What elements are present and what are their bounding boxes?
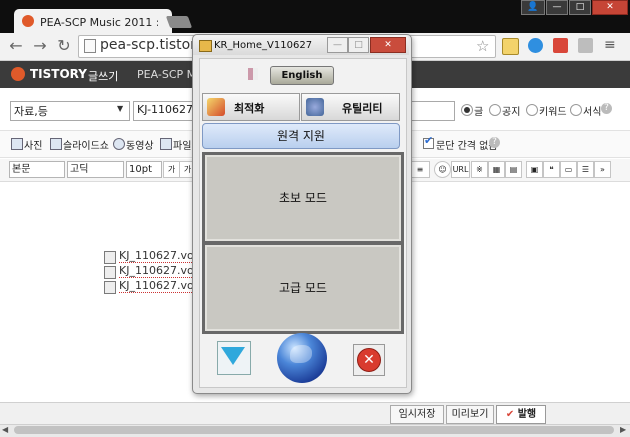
tistory-logo[interactable]: TISTORY	[30, 67, 87, 81]
photo-icon[interactable]	[11, 138, 23, 150]
list-icon[interactable]: ☰	[577, 161, 594, 178]
scroll-left-icon[interactable]: ◀	[2, 424, 8, 436]
check-icon: ✔	[424, 134, 434, 147]
paragraph-spacing-label: 문단 간격 없음	[436, 141, 498, 152]
save-draft-button[interactable]: 임시저장	[390, 405, 444, 424]
emoticon-icon[interactable]: ☺	[434, 161, 451, 178]
menu-icon[interactable]: ≡	[604, 37, 616, 53]
arrow-down-icon	[221, 347, 245, 365]
dialog-title: KR_Home_V110627	[214, 40, 313, 51]
advanced-mode-button[interactable]: 고급 모드	[202, 242, 404, 334]
beginner-mode-button[interactable]: 초보 모드	[202, 152, 404, 244]
bookmark-star-icon[interactable]: ☆	[476, 37, 489, 55]
extension-download-icon[interactable]	[528, 38, 543, 53]
dialog-minimize-button[interactable]: —	[327, 37, 348, 53]
radio-post[interactable]	[461, 104, 473, 116]
tistory-favicon-icon	[22, 15, 34, 27]
preview-button[interactable]: 미리보기	[446, 405, 494, 424]
tistory-logo-icon	[11, 67, 25, 81]
dialog-close-button[interactable]: ✕	[370, 37, 406, 53]
publish-button[interactable]: ✔ 발행	[496, 405, 546, 424]
radio-post-label: 글	[474, 107, 484, 118]
category-value: 자료,등	[14, 105, 48, 118]
video-icon[interactable]	[113, 138, 125, 150]
maximize-button[interactable]: □	[569, 0, 591, 15]
disk-icon	[104, 251, 116, 264]
optimize-button[interactable]: 최적화	[202, 93, 300, 121]
font-select[interactable]: 고딕	[67, 161, 124, 178]
slideshow-button[interactable]: 슬라이드쇼	[63, 137, 109, 152]
app-icon	[199, 40, 212, 52]
font-size-select[interactable]: 10pt	[126, 161, 162, 178]
tab-title: PEA-SCP Music 2011 :: 글	[40, 16, 158, 29]
optimize-label: 최적화	[234, 102, 265, 115]
page-icon	[84, 39, 96, 53]
write-link[interactable]: 글쓰기	[88, 68, 118, 84]
back-icon[interactable]: ←	[6, 36, 26, 56]
bold-button[interactable]: 가	[163, 161, 180, 178]
minimize-button[interactable]: —	[546, 0, 568, 15]
radio-keyword[interactable]	[526, 104, 538, 116]
help-icon[interactable]: ?	[601, 103, 612, 114]
exit-icon: ✕	[357, 348, 381, 372]
help-icon[interactable]: ?	[489, 137, 500, 148]
utility-label: 유틸리티	[342, 102, 383, 115]
dialog-maximize-button[interactable]: □	[348, 37, 369, 53]
disk-icon	[104, 266, 116, 279]
radio-keyword-label: 키워드	[539, 107, 567, 118]
extension-t-icon[interactable]	[578, 38, 593, 53]
radio-template-label: 서식	[583, 107, 602, 118]
style-select[interactable]: 본문	[9, 161, 65, 178]
user-icon[interactable]: 👤	[521, 0, 545, 15]
radio-notice[interactable]	[489, 104, 501, 116]
reference-button[interactable]: ※	[471, 161, 488, 178]
close-window-button[interactable]: ✕	[592, 0, 628, 15]
quote-icon[interactable]: ❝	[543, 161, 560, 178]
remote-support-button[interactable]: 원격 지원	[202, 123, 400, 149]
language-flag-icon	[248, 68, 258, 80]
align-select[interactable]: ≡	[410, 161, 430, 178]
radio-template[interactable]	[570, 104, 582, 116]
table-icon[interactable]: ▦	[488, 161, 505, 178]
post-title-value: KJ-110627	[137, 103, 194, 116]
blog-name-link[interactable]: PEA-SCP M	[137, 68, 196, 81]
photo-button[interactable]: 사진	[24, 137, 42, 152]
english-button[interactable]: English	[270, 66, 334, 85]
box-icon[interactable]: ▣	[526, 161, 543, 178]
slideshow-icon[interactable]	[50, 138, 62, 150]
file-icon[interactable]	[160, 138, 172, 150]
globe-highlight	[290, 345, 312, 363]
radio-notice-label: 공지	[502, 107, 521, 118]
more-icon[interactable]: »	[594, 161, 611, 178]
check-icon: ✔	[505, 409, 515, 420]
file-button[interactable]: 파일	[173, 137, 191, 152]
scroll-thumb[interactable]	[14, 426, 614, 434]
optimize-icon	[207, 98, 225, 116]
reload-icon[interactable]: ↻	[54, 36, 74, 56]
new-tab-button[interactable]	[165, 16, 193, 28]
image-icon[interactable]: ▤	[505, 161, 522, 178]
publish-label: 발행	[517, 409, 537, 420]
gear-icon	[306, 98, 324, 116]
disk-icon	[104, 281, 116, 294]
scroll-right-icon[interactable]: ▶	[620, 424, 626, 436]
extension-note-icon[interactable]	[502, 38, 519, 55]
extension-play-icon[interactable]	[553, 38, 568, 53]
utility-button[interactable]: 유틸리티	[301, 93, 400, 121]
forward-icon[interactable]: →	[30, 36, 50, 56]
url-button[interactable]: URL	[451, 161, 470, 178]
chevron-down-icon: ▼	[117, 104, 124, 113]
line-icon[interactable]: ▭	[560, 161, 577, 178]
video-button[interactable]: 동영상	[126, 137, 154, 152]
